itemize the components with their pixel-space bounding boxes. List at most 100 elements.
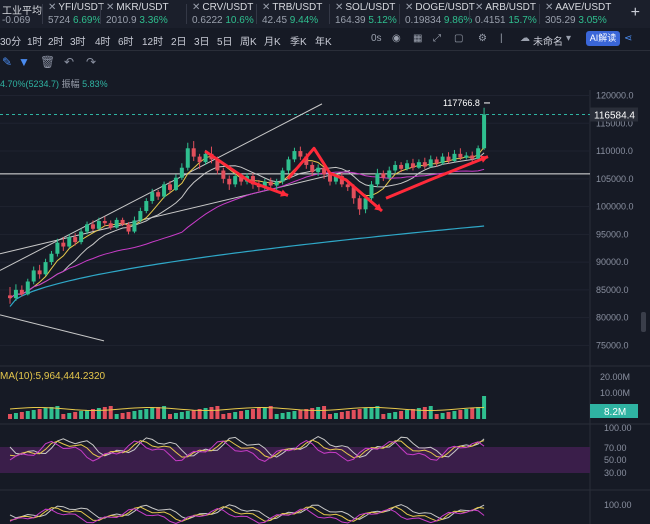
candle-body bbox=[96, 221, 101, 229]
candle-body bbox=[410, 163, 415, 168]
price-tick-label: 105000.0 bbox=[596, 174, 634, 184]
candle-body bbox=[298, 151, 303, 157]
candle-body bbox=[274, 181, 279, 186]
volume-bar bbox=[209, 407, 214, 419]
volume-bar bbox=[168, 414, 172, 419]
volume-bar bbox=[262, 407, 267, 419]
volume-bar bbox=[298, 410, 303, 419]
volume-bar bbox=[322, 406, 327, 419]
candle-body bbox=[345, 184, 350, 188]
volume-bar bbox=[434, 414, 439, 419]
volume-bar bbox=[416, 408, 421, 419]
candle-body bbox=[25, 281, 30, 295]
volume-bar bbox=[280, 413, 285, 419]
oscillator2-line-b bbox=[9, 506, 485, 522]
volume-bar bbox=[310, 408, 315, 419]
price-tick-label: 95000.0 bbox=[596, 229, 629, 239]
candle-body bbox=[428, 159, 433, 167]
volume-bar bbox=[458, 410, 463, 419]
volume-bar bbox=[256, 408, 261, 419]
candle-body bbox=[422, 162, 427, 167]
volume-bar bbox=[85, 410, 90, 419]
price-chart[interactable]: 120000.0115000.0110000.0105000.0100000.0… bbox=[0, 0, 650, 524]
volume-bar bbox=[150, 408, 155, 419]
volume-axis-label: 20.00M bbox=[600, 372, 630, 382]
volume-bar bbox=[393, 412, 398, 419]
oscillator-axis-label: 70.00 bbox=[604, 443, 627, 453]
candle-body bbox=[233, 176, 238, 185]
candle-body bbox=[221, 170, 226, 179]
candle-body bbox=[375, 173, 380, 185]
candle-body bbox=[268, 181, 273, 186]
overbought-zone bbox=[0, 447, 590, 473]
candle-body bbox=[387, 170, 392, 178]
volume-bar bbox=[357, 409, 362, 419]
volume-bar bbox=[144, 409, 149, 419]
candle-body bbox=[102, 221, 107, 224]
volume-bar bbox=[102, 407, 107, 419]
candle-body bbox=[357, 198, 362, 210]
candle-body bbox=[31, 270, 36, 282]
volume-bar bbox=[227, 413, 232, 419]
candle-body bbox=[85, 224, 90, 232]
volume-bar bbox=[179, 412, 184, 419]
volume-bar bbox=[49, 407, 54, 419]
volume-bar bbox=[156, 407, 161, 419]
oscillator-axis-label: 30.00 bbox=[604, 468, 627, 478]
volume-bar bbox=[387, 413, 392, 419]
volume-bar bbox=[369, 407, 374, 419]
volume-bar bbox=[79, 411, 84, 419]
candle-body bbox=[55, 242, 60, 254]
volume-bar bbox=[132, 411, 137, 419]
candle-body bbox=[440, 156, 445, 164]
volume-bar bbox=[37, 409, 42, 419]
volume-bar bbox=[328, 414, 332, 419]
volume-bar bbox=[345, 411, 350, 419]
volume-bar bbox=[108, 406, 113, 419]
candle-body bbox=[393, 164, 398, 171]
volume-bar bbox=[120, 413, 125, 419]
candle-body bbox=[126, 224, 131, 232]
candle-body bbox=[446, 156, 451, 162]
volume-bar bbox=[13, 413, 18, 419]
candle-body bbox=[8, 295, 12, 299]
volume-bar bbox=[363, 408, 368, 419]
candle-body bbox=[67, 237, 72, 247]
volume-bar bbox=[410, 409, 415, 419]
trendline-upper[interactable] bbox=[0, 103, 323, 271]
price-tick-label: 90000.0 bbox=[596, 257, 629, 267]
trendline-down[interactable] bbox=[0, 314, 105, 342]
candle-body bbox=[37, 270, 42, 275]
candle-body bbox=[13, 289, 18, 299]
candle-body bbox=[79, 231, 84, 243]
volume-bar bbox=[470, 408, 475, 419]
volume-bar bbox=[185, 411, 190, 419]
candle-body bbox=[470, 155, 475, 159]
volume-bar bbox=[405, 410, 410, 419]
volume-bar bbox=[31, 410, 36, 419]
candle-body bbox=[458, 153, 463, 158]
price-tick-label: 120000.0 bbox=[596, 91, 634, 101]
volume-bar bbox=[191, 410, 196, 419]
volume-bar bbox=[8, 414, 12, 419]
volume-bar bbox=[286, 412, 291, 419]
candle-body bbox=[61, 242, 66, 247]
oscillator-axis-label: 50.00 bbox=[604, 455, 627, 465]
candle-body bbox=[114, 219, 119, 228]
volume-bar bbox=[67, 413, 72, 419]
candle-body bbox=[280, 170, 285, 182]
candle-body bbox=[49, 253, 54, 263]
candle-body bbox=[416, 162, 421, 168]
volume-bar bbox=[221, 414, 226, 419]
high-price-label: 117766.8 bbox=[443, 98, 480, 108]
price-tick-label: 75000.0 bbox=[596, 340, 629, 350]
volume-bar bbox=[339, 412, 344, 419]
candle-body bbox=[120, 219, 125, 225]
volume-bar bbox=[464, 409, 469, 419]
volume-bar bbox=[333, 413, 338, 419]
scrollbar-handle[interactable] bbox=[641, 312, 646, 332]
candle-body bbox=[316, 167, 321, 173]
volume-bar bbox=[138, 410, 143, 419]
candle-body bbox=[369, 184, 374, 199]
volume-bar bbox=[440, 413, 445, 419]
